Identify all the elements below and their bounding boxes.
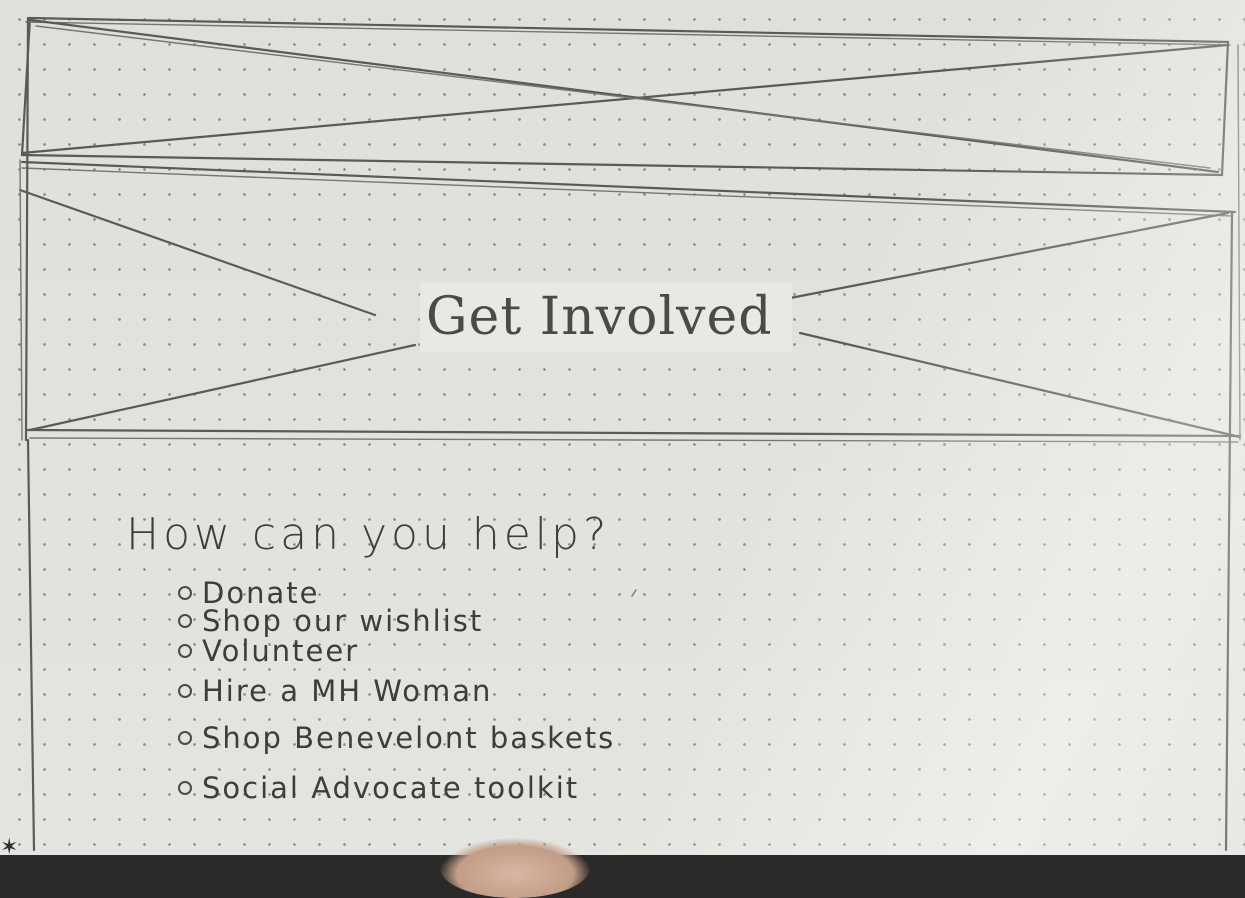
list-item-label: Volunteer <box>202 634 360 668</box>
list-item-toolkit[interactable]: Social Advocate toolkit <box>178 770 579 806</box>
corner-doodle-icon: ✶ <box>0 835 19 860</box>
bullet-icon <box>178 644 192 658</box>
list-item-hire[interactable]: Hire a MH Woman <box>178 673 492 709</box>
list-item-volunteer[interactable]: Volunteer <box>178 633 359 669</box>
list-item-baskets[interactable]: Shop Benevelont baskets <box>178 720 615 756</box>
fingertip <box>440 838 590 898</box>
list-item-label: Social Advocate toolkit <box>202 771 580 805</box>
bullet-icon <box>178 586 192 600</box>
list-item-label: Hire a MH Woman <box>202 674 493 708</box>
help-options-list: Donate Shop our wishlist Volunteer Hire … <box>178 575 798 815</box>
bullet-icon <box>178 684 192 698</box>
header-image-placeholder <box>20 16 1231 177</box>
bullet-icon <box>178 731 192 745</box>
list-item-label: Shop Benevelont baskets <box>202 721 616 755</box>
section-heading: How can you help? <box>126 509 611 560</box>
bullet-icon <box>178 781 192 795</box>
bullet-icon <box>178 614 192 628</box>
hero-title: Get Involved <box>420 282 792 352</box>
